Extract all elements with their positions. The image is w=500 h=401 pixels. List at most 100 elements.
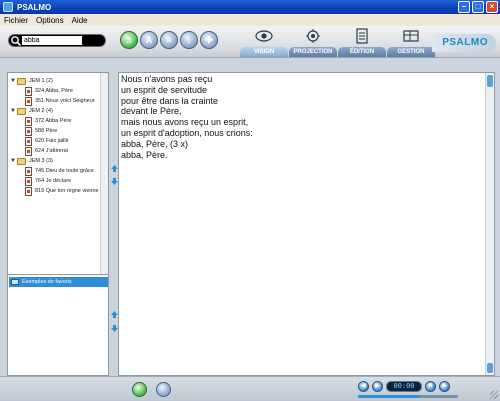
menu-aide[interactable]: Aide (72, 16, 88, 25)
tree-item-label: 745 Dieu de toute grâce (35, 168, 94, 174)
tree-item[interactable]: 745 Dieu de toute grâce (24, 166, 94, 176)
tab-projection[interactable]: PROJECTION (289, 26, 337, 58)
lyric-line: devant le Père, (121, 106, 182, 117)
time-display: 00:00 (386, 381, 422, 392)
add-song-icon[interactable] (132, 382, 147, 397)
scroll-down-button[interactable] (487, 363, 493, 373)
search-icon[interactable] (10, 35, 22, 47)
playback-progress[interactable] (358, 395, 458, 398)
tree-item-label: 372 Abba Père (35, 118, 72, 124)
resize-grip[interactable] (490, 391, 498, 399)
song-file-icon (25, 166, 32, 176)
song-file-icon (25, 186, 32, 196)
mode-tabs: VISION PROJECTION ÉDITION GESTION (240, 26, 436, 58)
lyrics-panel[interactable]: Nous n'avons pas reçu un esprit de servi… (118, 72, 495, 376)
edit-document-icon (356, 28, 368, 44)
tree-folder[interactable]: ▼ JEM 1 (2) (10, 76, 53, 86)
folder-icon (17, 107, 26, 115)
tab-gestion[interactable]: GESTION (387, 26, 435, 58)
favorites-panel[interactable]: Exemples de favoris (7, 274, 109, 376)
tab-label: ÉDITION (349, 49, 375, 55)
scroll-up-button[interactable] (487, 75, 493, 87)
tab-edition[interactable]: ÉDITION (338, 26, 386, 58)
psalmo-logo: PSALMO (432, 34, 496, 52)
tree-item[interactable]: 620 Fais jaillir (24, 136, 69, 146)
tree-item[interactable]: 764 Je déclare (24, 176, 71, 186)
tree-folder[interactable]: ▼ JEM 2 (4) (10, 106, 53, 116)
management-icon (403, 30, 419, 42)
lyrics-scrollbar[interactable] (485, 73, 494, 375)
chords-toggle-icon[interactable] (156, 382, 171, 397)
search-input[interactable] (22, 36, 82, 45)
tree-item-label: 351 Nous voici Seigneur (35, 98, 95, 104)
tree-item-label: 819 Que ton règne vienne (35, 188, 99, 194)
tree-item[interactable]: 324 Abba, Père (24, 86, 73, 96)
collapse-icon[interactable]: ▼ (10, 108, 16, 114)
song-file-icon (25, 126, 32, 136)
tree-folder-label: JEM 3 (3) (29, 158, 53, 164)
song-file-icon (25, 96, 32, 106)
main-area: ▼ JEM 1 (2) 324 Abba, Père 351 Nous voic… (0, 58, 500, 376)
projector-icon (306, 29, 320, 43)
tree-item[interactable]: 351 Nous voici Seigneur (24, 96, 95, 106)
song-file-icon (25, 136, 32, 146)
next-icon[interactable]: ▶ (439, 381, 450, 392)
logo-text: PSALMO (442, 37, 488, 48)
tree-item-label: 324 Abba, Père (35, 88, 73, 94)
app-icon (3, 2, 13, 12)
eye-icon (255, 30, 273, 42)
song-file-icon (25, 146, 32, 156)
minimize-button[interactable]: – (458, 1, 470, 13)
song-file-icon (25, 176, 32, 186)
lyric-line: un esprit de servitude (121, 84, 208, 95)
lyric-line: un esprit d'adoption, nous crions: (121, 127, 253, 138)
tree-item[interactable]: 588 Père (24, 126, 57, 136)
lyrics-text: Nous n'avons pas reçu un esprit de servi… (121, 74, 253, 160)
database-icon[interactable]: ≡ (160, 31, 178, 49)
tab-label: VISION (253, 49, 275, 55)
window-title: PSALMO (17, 2, 52, 12)
media-player: ◀ ▶ 00:00 ■ ▶ (358, 381, 450, 392)
music-note-icon[interactable]: ♫ (120, 31, 138, 49)
menu-fichier[interactable]: Fichier (4, 16, 28, 25)
favorites-item[interactable]: Exemples de favoris (9, 277, 108, 287)
menu-options[interactable]: Options (36, 16, 64, 25)
tree-item-label: 764 Je déclare (35, 178, 72, 184)
tree-folder-label: JEM 2 (4) (29, 108, 53, 114)
tab-label: GESTION (397, 49, 425, 55)
close-button[interactable]: × (486, 1, 498, 13)
favorites-item-label: Exemples de favoris (22, 279, 72, 285)
lyric-line: pour être dans la crainte (121, 95, 219, 106)
tree-item-label: 624 J'attirerai (35, 148, 68, 154)
play-icon[interactable]: ▶ (372, 381, 383, 392)
song-file-icon (25, 86, 32, 96)
tree-folder[interactable]: ▼ JEM 3 (3) (10, 156, 53, 166)
tree-item[interactable]: 624 J'attirerai (24, 146, 68, 156)
lyric-line: abba, Père. (121, 149, 168, 160)
tab-label: PROJECTION (293, 49, 333, 55)
stop-icon[interactable]: ■ (425, 381, 436, 392)
folder-icon (17, 157, 26, 165)
tree-item[interactable]: 819 Que ton règne vienne (24, 186, 99, 196)
tree-item-label: 620 Fais jaillir (35, 138, 69, 144)
tab-vision[interactable]: VISION (240, 26, 288, 58)
tree-item[interactable]: 372 Abba Père (24, 116, 71, 126)
bottom-bar: ◀ ▶ 00:00 ■ ▶ (0, 376, 500, 401)
lyric-line: Nous n'avons pas reçu (121, 74, 213, 84)
chords-icon[interactable]: A (140, 31, 158, 49)
lyric-line: mais nous avons reçu un esprit, (121, 117, 249, 128)
download-icon[interactable]: ↓ (180, 31, 198, 49)
window-controls: – □ × (458, 1, 498, 13)
collapse-icon[interactable]: ▼ (10, 78, 16, 84)
menu-bar: Fichier Options Aide (0, 14, 500, 26)
collapse-icon[interactable]: ▼ (10, 158, 16, 164)
tree-folder-label: JEM 1 (2) (29, 78, 53, 84)
lyric-line: abba, Père, (3 x) (121, 138, 189, 149)
maximize-button[interactable]: □ (472, 1, 484, 13)
tools-icon[interactable]: ✚ (200, 31, 218, 49)
favorites-icon (11, 279, 19, 285)
search-box (8, 34, 106, 47)
previous-icon[interactable]: ◀ (358, 381, 369, 392)
folder-icon (17, 77, 26, 85)
progress-fill (358, 395, 420, 398)
